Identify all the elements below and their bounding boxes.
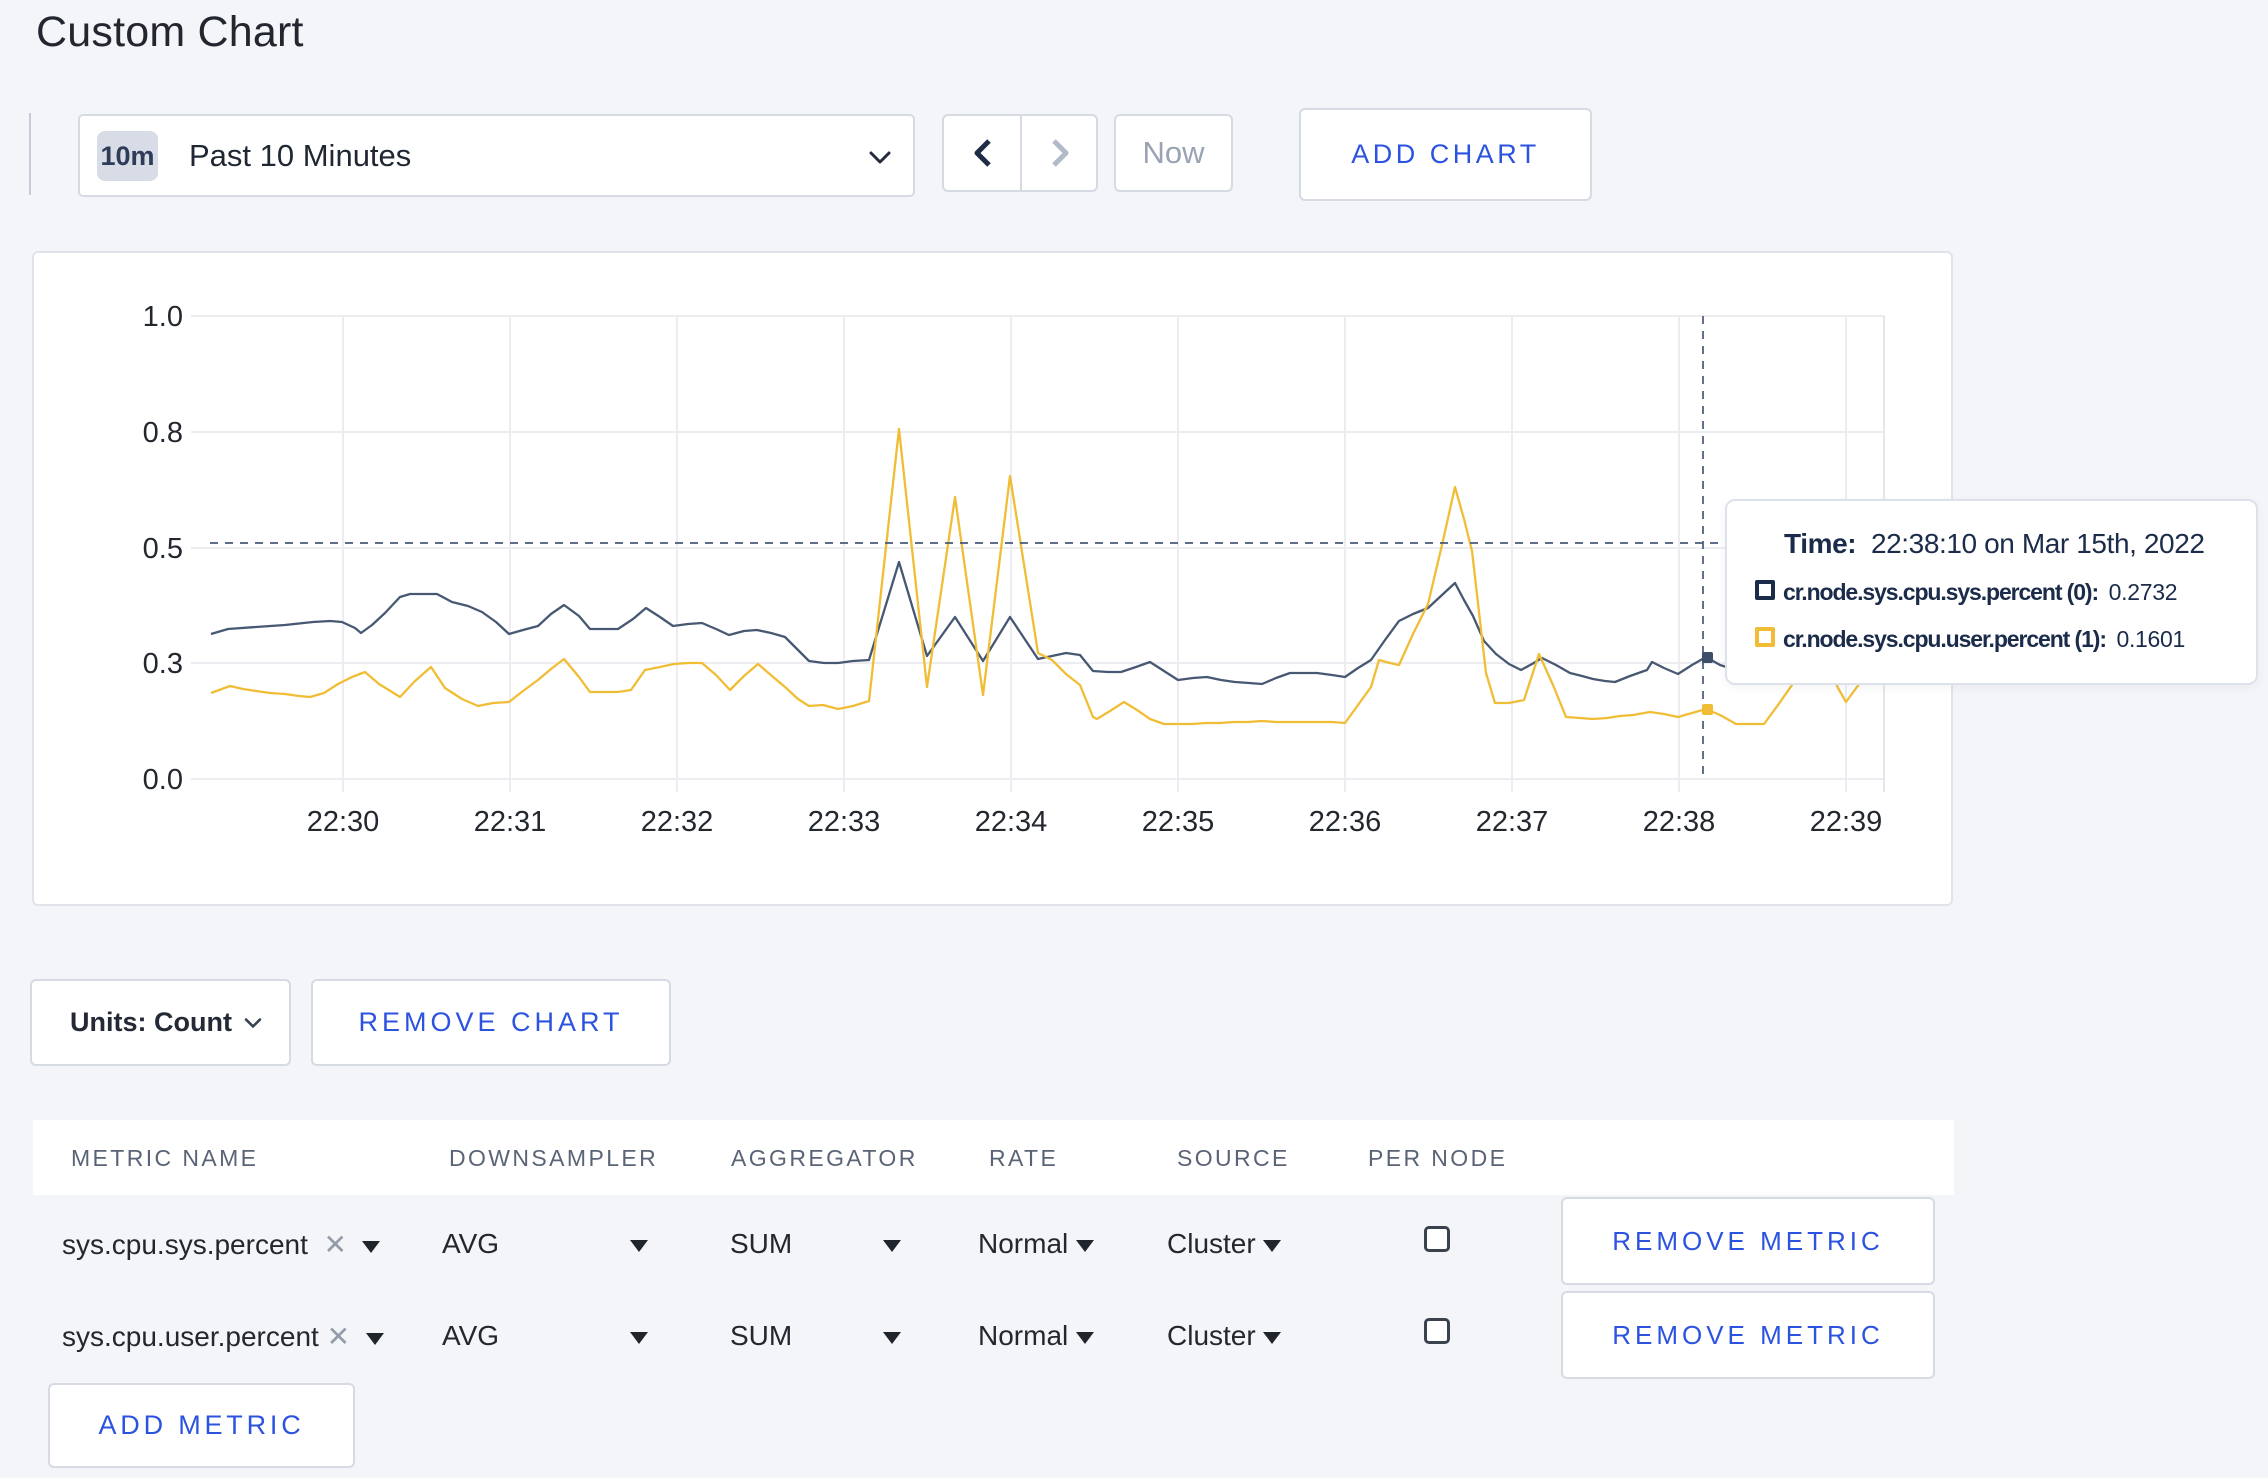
svg-text:22:37: 22:37 — [1476, 806, 1549, 838]
svg-text:22:30: 22:30 — [307, 806, 380, 838]
svg-text:22:31: 22:31 — [474, 806, 547, 838]
svg-text:22:36: 22:36 — [1309, 806, 1382, 838]
svg-text:0.0: 0.0 — [143, 764, 183, 796]
svg-text:1.0: 1.0 — [143, 301, 183, 333]
svg-text:22:38: 22:38 — [1643, 806, 1716, 838]
svg-text:22:34: 22:34 — [975, 806, 1048, 838]
svg-text:22:33: 22:33 — [808, 806, 881, 838]
svg-text:22:32: 22:32 — [641, 806, 714, 838]
svg-text:22:35: 22:35 — [1142, 806, 1215, 838]
svg-text:22:39: 22:39 — [1810, 806, 1883, 838]
svg-text:0.3: 0.3 — [143, 648, 183, 680]
svg-text:0.5: 0.5 — [143, 533, 183, 565]
svg-text:0.8: 0.8 — [143, 417, 183, 449]
